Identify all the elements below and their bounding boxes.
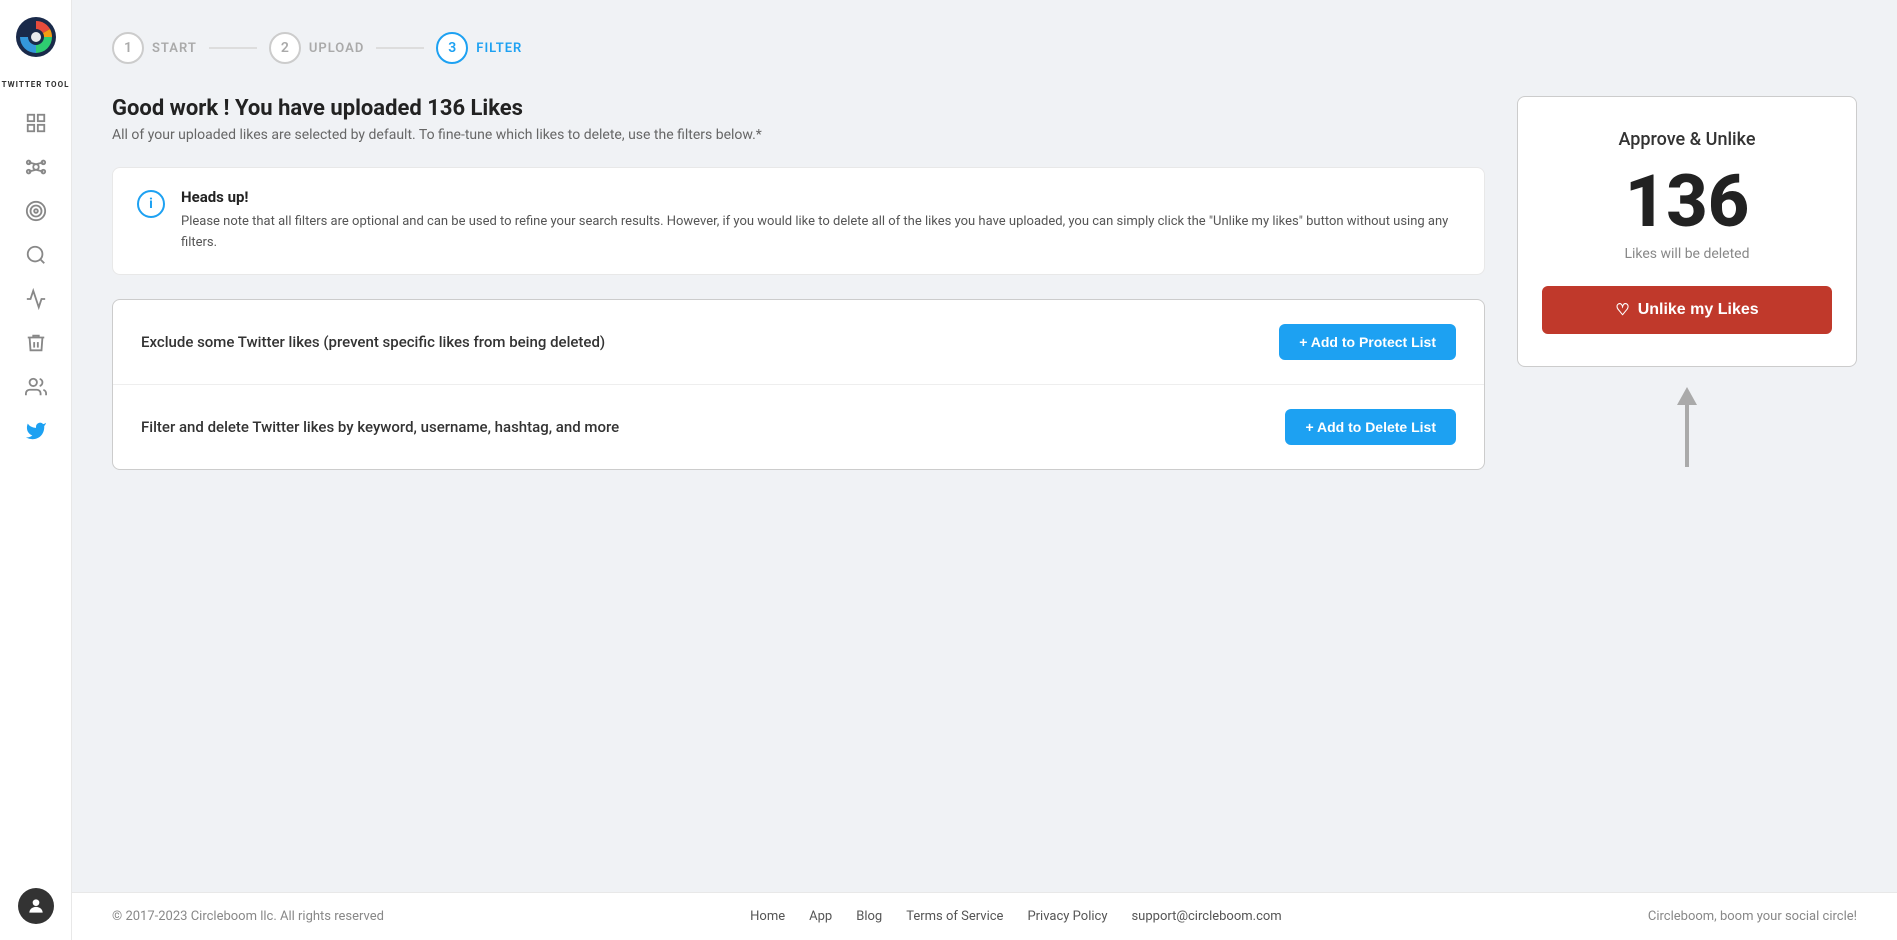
arrow-container [1675,387,1699,467]
page-body: Good work ! You have uploaded 136 Likes … [112,96,1857,470]
filter-container: Exclude some Twitter likes (prevent spec… [112,299,1485,470]
main-content: 1 START 2 UPLOAD 3 FILTER Good work ! Yo… [72,0,1897,940]
sidebar-item-target[interactable] [18,193,54,229]
add-to-protect-list-button[interactable]: + Add to Protect List [1279,324,1456,360]
approve-card-title: Approve & Unlike [1542,129,1832,150]
info-icon: i [137,190,165,218]
filter-protect-text: Exclude some Twitter likes (prevent spec… [141,333,605,351]
sidebar-item-search[interactable] [18,237,54,273]
step-2: 2 UPLOAD [269,32,364,64]
footer-link-app[interactable]: App [809,909,832,924]
footer-link-blog[interactable]: Blog [856,909,882,924]
step-1-label: START [152,41,197,56]
step-3-circle: 3 [436,32,468,64]
up-arrow-icon [1675,387,1699,467]
headsup-content: Heads up! Please note that all filters a… [181,188,1460,254]
add-to-delete-list-button[interactable]: + Add to Delete List [1285,409,1456,445]
approve-label: Likes will be deleted [1542,246,1832,262]
footer-link-tos[interactable]: Terms of Service [906,909,1003,924]
sidebar: TWITTER TOOL [0,0,72,940]
unlike-button-label: Unlike my Likes [1638,301,1759,319]
step-divider-2 [376,47,424,49]
step-2-circle: 2 [269,32,301,64]
sidebar-item-users[interactable] [18,369,54,405]
step-3: 3 FILTER [436,32,522,64]
approve-count: 136 [1542,166,1832,238]
app-name-label: TWITTER TOOL [2,80,70,89]
headsup-title: Heads up! [181,188,1460,206]
stepper: 1 START 2 UPLOAD 3 FILTER [112,32,1857,64]
sidebar-item-twitter[interactable] [18,413,54,449]
heart-icon: ♡ [1615,300,1629,320]
unlike-my-likes-button[interactable]: ♡ Unlike my Likes [1542,286,1832,334]
sidebar-item-delete[interactable] [18,325,54,361]
user-avatar[interactable] [18,888,54,924]
headsup-box: i Heads up! Please note that all filters… [112,167,1485,275]
page-subtitle: All of your uploaded likes are selected … [112,127,1485,143]
filter-protect-row: Exclude some Twitter likes (prevent spec… [113,300,1484,384]
step-1-circle: 1 [112,32,144,64]
approve-card: Approve & Unlike 136 Likes will be delet… [1517,96,1857,367]
footer-link-support[interactable]: support@circleboom.com [1131,909,1281,924]
step-1: 1 START [112,32,197,64]
sidebar-item-dashboard[interactable] [18,105,54,141]
sidebar-item-analytics[interactable] [18,281,54,317]
step-3-label: FILTER [476,41,522,56]
headsup-text: Please note that all filters are optiona… [181,212,1460,254]
footer-link-home[interactable]: Home [750,909,785,924]
footer-copyright: © 2017-2023 Circleboom llc. All rights r… [112,909,384,924]
left-panel: Good work ! You have uploaded 136 Likes … [112,96,1485,470]
footer: © 2017-2023 Circleboom llc. All rights r… [72,892,1897,940]
page-title: Good work ! You have uploaded 136 Likes [112,96,1485,121]
footer-tagline: Circleboom, boom your social circle! [1648,909,1857,924]
right-panel: Approve & Unlike 136 Likes will be delet… [1517,96,1857,467]
logo[interactable] [15,16,57,62]
filter-delete-row: Filter and delete Twitter likes by keywo… [113,384,1484,469]
filter-delete-text: Filter and delete Twitter likes by keywo… [141,418,619,436]
sidebar-item-network[interactable] [18,149,54,185]
step-divider-1 [209,47,257,49]
step-2-label: UPLOAD [309,41,364,56]
footer-links: Home App Blog Terms of Service Privacy P… [750,909,1282,924]
footer-link-privacy[interactable]: Privacy Policy [1027,909,1107,924]
